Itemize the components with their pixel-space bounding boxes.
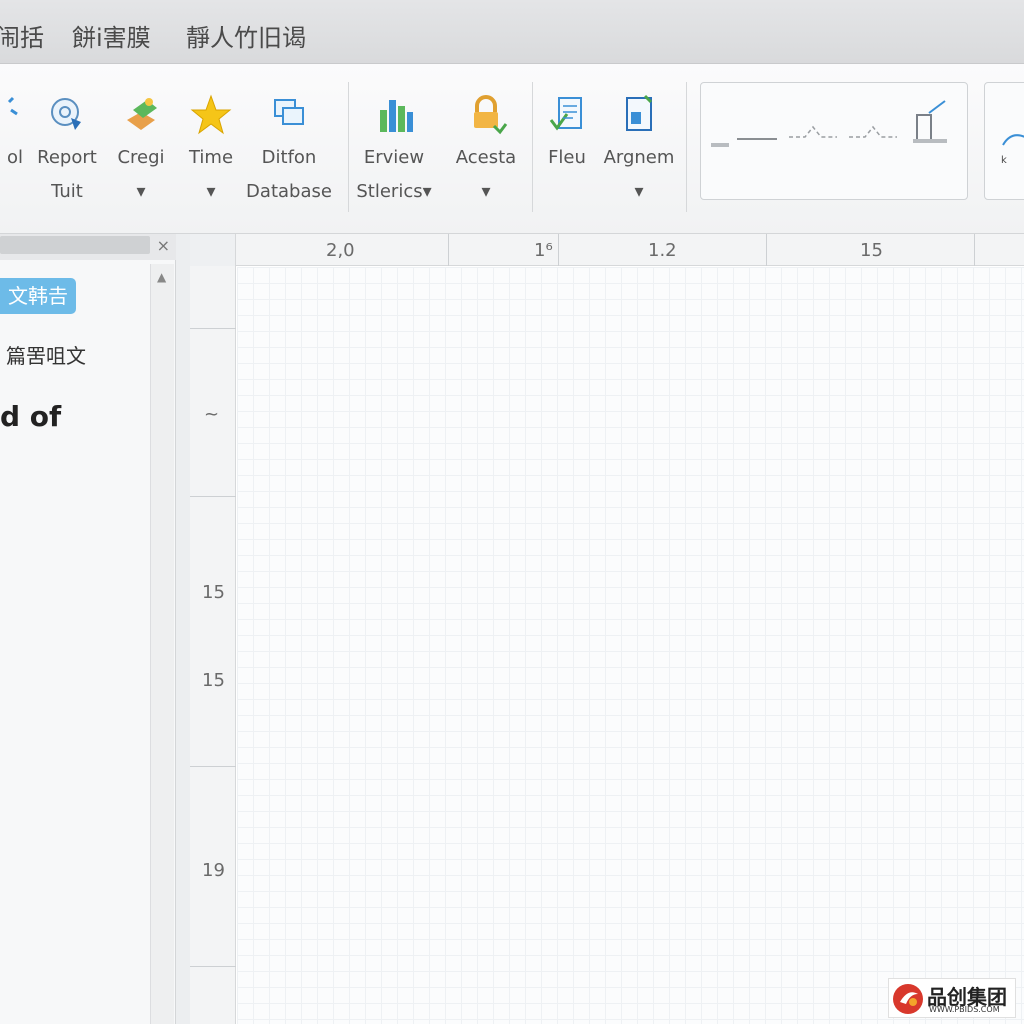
line-style-gallery-icon bbox=[711, 100, 947, 147]
left-panel-subtitle: 篇罟咀文 bbox=[6, 344, 86, 368]
ruler-tick bbox=[974, 234, 975, 266]
menu-bar: 闹括 餅i害膜 靜人竹旧谒 bbox=[0, 0, 1024, 64]
horizontal-ruler: 2,0 1⁶ 1.2 15 bbox=[190, 234, 1024, 266]
database-icon bbox=[267, 90, 311, 140]
ruler-label: 2,0 bbox=[326, 240, 355, 261]
tool-icon bbox=[0, 90, 19, 140]
watermark-url: WWW.PBIDS.COM bbox=[929, 1005, 1000, 1014]
menu-item-3[interactable]: 靜人竹旧谒 bbox=[186, 18, 306, 53]
star-icon bbox=[189, 90, 233, 140]
curve-icon: k bbox=[1001, 134, 1024, 166]
ruler-label: 1⁶ bbox=[534, 240, 553, 261]
left-panel-header: × bbox=[0, 234, 176, 260]
access-label: Acesta bbox=[455, 147, 517, 168]
drawing-canvas[interactable] bbox=[237, 267, 1024, 1024]
close-icon[interactable]: × bbox=[157, 236, 170, 255]
menu-item-2[interactable]: 餅i害膜 bbox=[72, 18, 151, 53]
watermark-logo-icon bbox=[893, 984, 923, 1014]
vertical-ruler: ~ 15 15 19 bbox=[190, 266, 236, 1024]
left-panel-scrollbar[interactable]: ▲ bbox=[150, 264, 174, 1024]
ruler-label: ~ bbox=[204, 404, 220, 425]
cregi-label: Cregi bbox=[117, 147, 165, 168]
left-panel-text: d of bbox=[0, 400, 62, 433]
ruler-label: 15 bbox=[202, 582, 225, 603]
ruler-tick bbox=[558, 234, 559, 266]
file-check-icon bbox=[545, 90, 589, 140]
alignment-label: Argnem bbox=[603, 147, 675, 168]
watermark: 品创集团 WWW.PBIDS.COM bbox=[888, 978, 1016, 1018]
ruler-label: 15 bbox=[860, 240, 883, 261]
time-label: Time bbox=[188, 147, 234, 168]
ribbon-separator bbox=[348, 82, 349, 212]
ruler-tick bbox=[190, 328, 236, 329]
ruler-tick bbox=[766, 234, 767, 266]
cregi-dropdown: ▾ bbox=[136, 181, 146, 202]
line-style-gallery[interactable] bbox=[700, 82, 968, 200]
database-label: Ditfon bbox=[261, 147, 317, 168]
lock-icon bbox=[464, 90, 508, 140]
bar-chart-icon bbox=[372, 90, 416, 140]
panel-splitter[interactable] bbox=[176, 234, 190, 1024]
document-icon bbox=[617, 90, 661, 140]
report-icon bbox=[45, 90, 89, 140]
left-panel-header-scrollbar[interactable] bbox=[0, 236, 150, 254]
ruler-tick bbox=[448, 234, 449, 266]
svg-text:k: k bbox=[1001, 155, 1007, 166]
ruler-tick bbox=[190, 766, 236, 767]
database-sublabel: Database bbox=[246, 181, 332, 202]
alignment-dropdown: ▾ bbox=[634, 181, 644, 202]
overview-label: Erview bbox=[363, 147, 425, 168]
left-panel: × 文韩𠮷 篇罟咀文 d of ▲ bbox=[0, 234, 176, 1024]
style-gallery-partial[interactable]: k bbox=[984, 82, 1024, 200]
menu-item-1[interactable]: 闹括 bbox=[0, 18, 44, 53]
access-dropdown: ▾ bbox=[481, 181, 491, 202]
ruler-label: 1.2 bbox=[648, 240, 677, 261]
ruler-corner bbox=[190, 234, 236, 266]
selected-tag[interactable]: 文韩𠮷 bbox=[0, 278, 76, 314]
tool-button-label: ol bbox=[6, 147, 23, 168]
time-dropdown: ▾ bbox=[206, 181, 216, 202]
statistics-dropdown: Stlerics▾ bbox=[356, 181, 432, 202]
report-sublabel: Tuit bbox=[51, 181, 83, 202]
cube-icon bbox=[119, 90, 163, 140]
report-label: Report bbox=[37, 147, 97, 168]
ribbon-toolbar: ol Report Tuit Cregi ▾ Time ▾ Ditfon Dat… bbox=[0, 64, 1024, 234]
ruler-label: 19 bbox=[202, 860, 225, 881]
scroll-up-icon[interactable]: ▲ bbox=[157, 270, 166, 284]
ruler-label: 15 bbox=[202, 670, 225, 691]
ruler-tick bbox=[190, 496, 236, 497]
ruler-tick bbox=[190, 966, 236, 967]
file-label: Fleu bbox=[548, 147, 586, 168]
ribbon-separator bbox=[686, 82, 687, 212]
